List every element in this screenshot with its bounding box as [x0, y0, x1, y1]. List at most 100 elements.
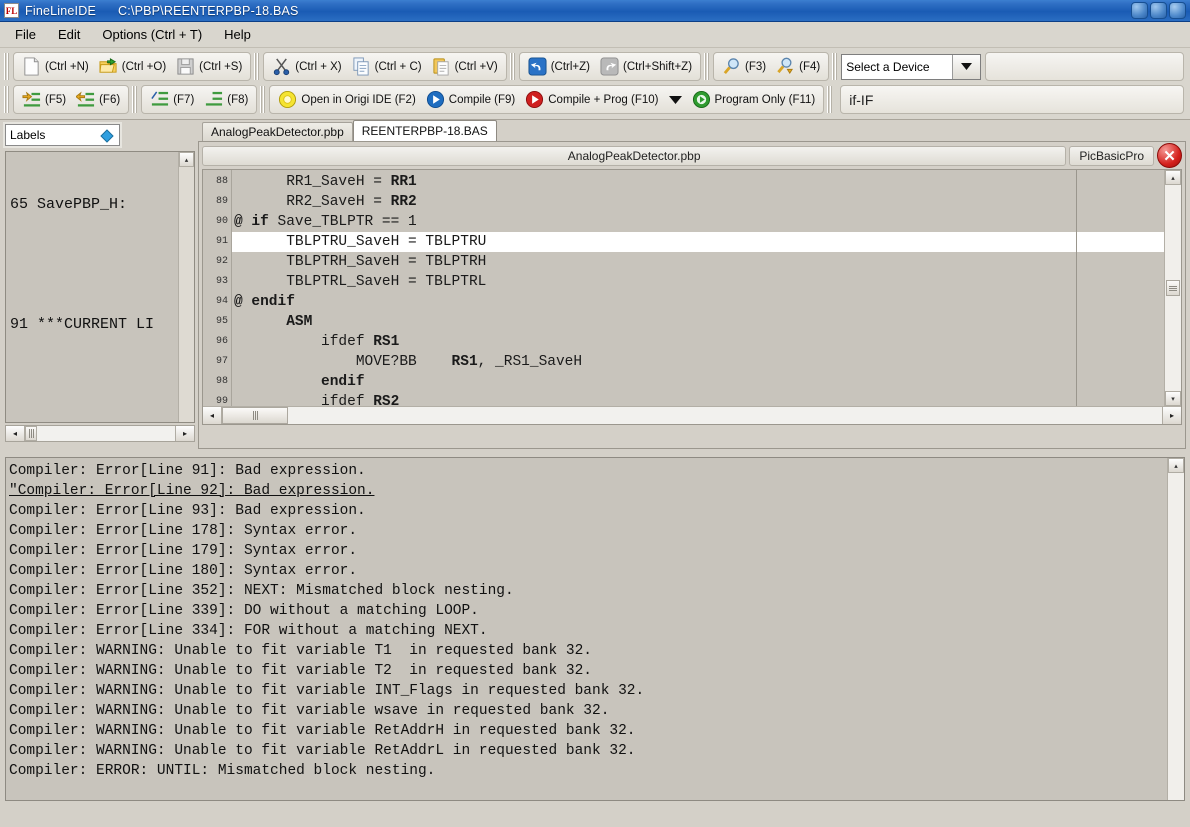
menu-file[interactable]: File	[4, 23, 47, 46]
code-text-area[interactable]: RR1_SaveH = RR1 RR2_SaveH = RR2@ if Save…	[231, 170, 1164, 406]
code-line[interactable]: endif	[232, 372, 1164, 392]
close-file-button[interactable]: ✕	[1157, 143, 1182, 168]
toolbar-grip-icon-7[interactable]	[132, 86, 139, 113]
chevron-down-icon[interactable]	[952, 55, 980, 79]
code-horizontal-scrollbar[interactable]: ◂ ▸	[203, 406, 1181, 424]
code-line[interactable]: MOVE?BB RS1, _RS1_SaveH	[232, 352, 1164, 372]
output-line[interactable]: Compiler: Error[Line 334]: FOR without a…	[9, 621, 1167, 641]
output-line[interactable]: Compiler: Error[Line 93]: Bad expression…	[9, 501, 1167, 521]
output-line[interactable]: Compiler: Error[Line 178]: Syntax error.	[9, 521, 1167, 541]
paste-button[interactable]: (Ctrl +V)	[427, 54, 503, 79]
comment-button[interactable]: (F7)	[145, 87, 199, 112]
scroll-down-arrow-icon[interactable]: ▾	[1165, 391, 1181, 406]
code-vscroll-track[interactable]	[1165, 185, 1181, 391]
output-vertical-scrollbar[interactable]: ▴	[1167, 458, 1184, 800]
toolbar-grip-icon-3[interactable]	[510, 53, 517, 80]
toolbar-row-2: (F5) (F6) (F7)	[0, 83, 1190, 116]
undo-button[interactable]: (Ctrl+Z)	[523, 54, 595, 79]
new-file-button[interactable]: (Ctrl +N)	[17, 54, 94, 79]
output-vscroll-track[interactable]	[1168, 473, 1184, 800]
minimize-button[interactable]	[1131, 2, 1148, 19]
output-line[interactable]: Compiler: Error[Line 91]: Bad expression…	[9, 461, 1167, 481]
compiler-select-button[interactable]: PicBasicPro	[1069, 146, 1154, 166]
uncomment-button[interactable]: (F8)	[199, 87, 253, 112]
output-line[interactable]: Compiler: Error[Line 180]: Syntax error.	[9, 561, 1167, 581]
output-line[interactable]: Compiler: Error[Line 339]: DO without a …	[9, 601, 1167, 621]
output-line[interactable]: Compiler: WARNING: Unable to fit variabl…	[9, 681, 1167, 701]
code-line[interactable]: ASM	[232, 312, 1164, 332]
code-vscroll-thumb[interactable]	[1166, 280, 1180, 296]
labels-hscroll-thumb[interactable]	[25, 426, 37, 441]
maximize-button[interactable]	[1150, 2, 1167, 19]
scroll-right-arrow-icon[interactable]: ▸	[175, 426, 194, 441]
output-line[interactable]: Compiler: WARNING: Unable to fit variabl…	[9, 701, 1167, 721]
toolbar-grip-icon-4[interactable]	[704, 53, 711, 80]
menu-edit[interactable]: Edit	[47, 23, 91, 46]
scroll-left-arrow-icon[interactable]: ◂	[6, 426, 25, 441]
open-in-original-ide-button[interactable]: Open in Origi IDE (F2)	[273, 87, 420, 112]
scroll-up-arrow-icon[interactable]: ▴	[179, 152, 194, 167]
tab-reenterpbp[interactable]: REENTERPBP-18.BAS	[353, 120, 497, 141]
labels-selector[interactable]: Labels	[5, 124, 120, 146]
output-line[interactable]: Compiler: Error[Line 179]: Syntax error.	[9, 541, 1167, 561]
device-select[interactable]: Select a Device	[841, 54, 981, 80]
toolbar-grip-icon-6[interactable]	[4, 86, 11, 113]
tab-analogpeakdetector[interactable]: AnalogPeakDetector.pbp	[202, 122, 353, 141]
code-vertical-scrollbar[interactable]: ▴ ▾	[1164, 170, 1181, 406]
cut-button[interactable]: (Ctrl + X)	[267, 54, 346, 79]
toolbar-grip-icon-2[interactable]	[254, 53, 261, 80]
list-item[interactable]: 65 SavePBP_H:	[10, 195, 178, 215]
list-item[interactable]	[10, 255, 178, 275]
code-line[interactable]: @ endif	[232, 292, 1164, 312]
output-line[interactable]: Compiler: WARNING: Unable to fit variabl…	[9, 641, 1167, 661]
toolbar-grip-icon-5[interactable]	[832, 53, 839, 80]
save-file-button[interactable]: (Ctrl +S)	[171, 54, 247, 79]
open-file-button[interactable]: (Ctrl +O)	[94, 54, 171, 79]
toolbar-grip-icon[interactable]	[4, 53, 11, 80]
compiler-output-panel[interactable]: Compiler: Error[Line 91]: Bad expression…	[5, 457, 1185, 801]
scroll-up-arrow-icon[interactable]: ▴	[1165, 170, 1181, 185]
code-line[interactable]: TBLPTRH_SaveH = TBLPTRH	[232, 252, 1164, 272]
labels-horizontal-scrollbar[interactable]: ◂ ▸	[5, 425, 195, 442]
diamond-dropdown-icon[interactable]	[100, 129, 114, 143]
compile-and-program-button[interactable]: Compile + Prog (F10)	[520, 87, 663, 112]
code-line[interactable]: RR1_SaveH = RR1	[232, 172, 1164, 192]
find-button[interactable]: (F3)	[717, 54, 771, 79]
output-line[interactable]: Compiler: WARNING: Unable to fit variabl…	[9, 661, 1167, 681]
indent-right-button[interactable]: (F5)	[17, 87, 71, 112]
list-item[interactable]	[10, 375, 178, 395]
menu-options[interactable]: Options (Ctrl + T)	[91, 23, 213, 46]
toolbar-grip-icon-8[interactable]	[260, 86, 267, 113]
code-line[interactable]: TBLPTRU_SaveH = TBLPTRU	[232, 232, 1164, 252]
labels-list[interactable]: 65 SavePBP_H: 91 ***CURRENT LI 152 Resto…	[5, 151, 195, 423]
toolbar-grip-icon-9[interactable]	[827, 86, 834, 113]
list-item[interactable]: 91 ***CURRENT LI	[10, 315, 178, 335]
scroll-right-arrow-icon[interactable]: ▸	[1162, 407, 1181, 424]
close-window-button[interactable]	[1169, 2, 1186, 19]
labels-vertical-scrollbar[interactable]: ▴	[178, 152, 194, 422]
copy-button[interactable]: (Ctrl + C)	[347, 54, 427, 79]
compile-options-dropdown[interactable]	[664, 87, 687, 112]
program-only-button[interactable]: Program Only (F11)	[687, 87, 821, 112]
find-next-button[interactable]: (F4)	[771, 54, 825, 79]
menu-help[interactable]: Help	[213, 23, 262, 46]
output-line[interactable]: Compiler: ERROR: UNTIL: Mismatched block…	[9, 761, 1167, 781]
code-line[interactable]: RR2_SaveH = RR2	[232, 192, 1164, 212]
output-line[interactable]: "Compiler: Error[Line 92]: Bad expressio…	[9, 481, 1167, 501]
output-line[interactable]: Compiler: WARNING: Unable to fit variabl…	[9, 741, 1167, 761]
code-editor[interactable]: 88 89 90 91 92 93 94 95 96 97 98 99	[202, 169, 1182, 425]
output-line[interactable]: Compiler: Error[Line 352]: NEXT: Mismatc…	[9, 581, 1167, 601]
compile-button[interactable]: Compile (F9)	[421, 87, 520, 112]
output-line[interactable]: Compiler: WARNING: Unable to fit variabl…	[9, 721, 1167, 741]
code-line[interactable]: @ if Save_TBLPTR == 1	[232, 212, 1164, 232]
scroll-up-arrow-icon[interactable]: ▴	[1168, 458, 1184, 473]
indent-left-button[interactable]: (F6)	[71, 87, 125, 112]
open-file-name[interactable]: AnalogPeakDetector.pbp	[202, 146, 1066, 166]
keyword-field[interactable]: if-IF	[840, 85, 1184, 114]
code-line[interactable]: ifdef RS1	[232, 332, 1164, 352]
redo-button[interactable]: (Ctrl+Shift+Z)	[595, 54, 697, 79]
code-line[interactable]: TBLPTRL_SaveH = TBLPTRL	[232, 272, 1164, 292]
code-line[interactable]: ifdef RS2	[232, 392, 1164, 406]
code-hscroll-thumb[interactable]	[222, 407, 288, 424]
scroll-left-arrow-icon[interactable]: ◂	[203, 407, 222, 424]
